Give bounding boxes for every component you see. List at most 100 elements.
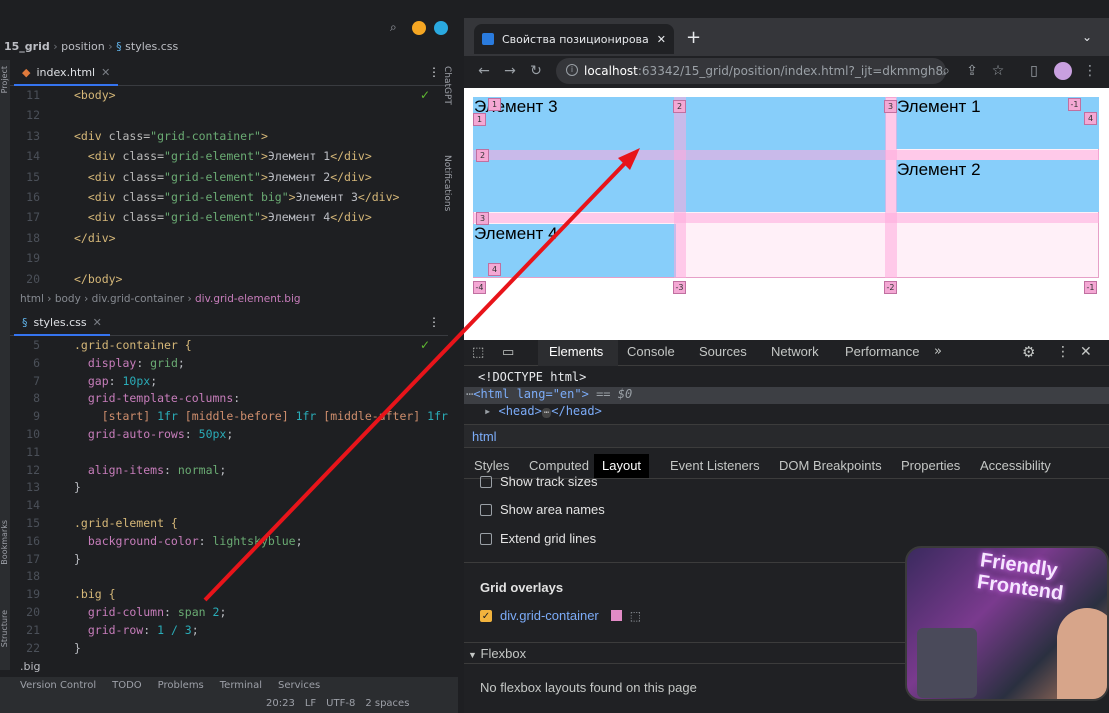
code-line[interactable]: }: [74, 641, 81, 655]
flexbox-section[interactable]: ▼ Flexbox: [468, 646, 526, 661]
structure-tool-label[interactable]: Structure: [0, 610, 10, 647]
css-editor[interactable]: 5 .grid-container {6 display: grid; 7 gap:…: [10, 336, 448, 658]
bc-body[interactable]: body: [55, 293, 81, 305]
overlay-label[interactable]: div.grid-container: [500, 608, 599, 623]
back-icon[interactable]: ←: [472, 58, 496, 84]
device-toggle-icon[interactable]: ▭: [502, 345, 514, 360]
option-show-area-names[interactable]: Show area names: [480, 502, 605, 517]
tool-window-button[interactable]: TODO: [112, 680, 142, 691]
code-line[interactable]: background-color: lightskyblue;: [74, 534, 303, 548]
grid-element-4[interactable]: Элемент 4: [473, 224, 676, 277]
more-tabs-icon[interactable]: »: [934, 344, 942, 359]
code-line[interactable]: grid-row: 1 / 3;: [74, 623, 199, 637]
tab-styles-css[interactable]: § styles.css ✕: [14, 310, 110, 336]
close-icon[interactable]: ✕: [101, 66, 110, 79]
dom-head-node[interactable]: ▸ <head> ⋯ </head>: [464, 404, 1109, 421]
checkbox-checked-icon[interactable]: ✓: [480, 609, 492, 622]
zoom-icon[interactable]: ⌕: [934, 58, 958, 84]
search-icon[interactable]: ⌕: [390, 20, 397, 35]
site-info-icon[interactable]: i: [566, 64, 578, 76]
close-icon[interactable]: ✕: [1080, 344, 1092, 360]
code-line[interactable]: }: [74, 480, 81, 494]
dom-doctype[interactable]: <!DOCTYPE html>: [464, 370, 1109, 387]
close-icon[interactable]: ✕: [657, 33, 666, 46]
grid-element-2[interactable]: Элемент 2: [896, 160, 1099, 212]
overlay-grid-container[interactable]: ✓ div.grid-container ⬚: [480, 608, 641, 623]
checkbox-icon[interactable]: [480, 503, 492, 516]
subtab-accessibility[interactable]: Accessibility: [972, 454, 1059, 478]
crumb-project[interactable]: 15_grid: [4, 40, 50, 53]
tool-window-button[interactable]: Version Control: [20, 680, 96, 691]
code-line[interactable]: align-items: normal;: [74, 463, 227, 477]
tool-window-button[interactable]: Problems: [158, 680, 204, 691]
tab-sources[interactable]: Sources: [699, 344, 747, 359]
subtab-layout[interactable]: Layout: [594, 454, 650, 478]
code-line[interactable]: grid-template-columns:: [74, 391, 240, 405]
code-line[interactable]: <div class="grid-element">Элемент 1</div…: [74, 149, 372, 163]
code-line[interactable]: <div class="grid-element big">Элемент 3<…: [74, 190, 400, 204]
bc-element[interactable]: div.grid-element.big: [195, 293, 301, 305]
code-line[interactable]: <body>: [74, 88, 116, 102]
tab-console[interactable]: Console: [627, 344, 675, 359]
status-item[interactable]: 2 spaces: [365, 698, 409, 709]
code-line[interactable]: [start] 1fr [middle-before] 1fr [middle-…: [74, 409, 448, 423]
status-item[interactable]: LF: [305, 698, 316, 709]
crumb-folder[interactable]: position: [61, 40, 105, 53]
subtab-event-listeners[interactable]: Event Listeners: [662, 454, 768, 478]
option-extend-grid-lines[interactable]: Extend grid lines: [480, 531, 596, 546]
code-line[interactable]: <div class="grid-element">Элемент 4</div…: [74, 210, 372, 224]
tab-performance[interactable]: Performance: [845, 344, 919, 359]
more-icon[interactable]: ⋮: [428, 315, 440, 329]
code-line[interactable]: grid-column: span 2;: [74, 605, 227, 619]
crumb-file[interactable]: styles.css: [125, 40, 178, 53]
css-breadcrumb[interactable]: .big: [20, 660, 41, 673]
notifications-tool-label[interactable]: Notifications: [438, 155, 452, 211]
plugin-icon[interactable]: [434, 21, 448, 35]
tool-window-button[interactable]: Services: [278, 680, 320, 691]
highlight-node-icon[interactable]: ⬚: [630, 609, 641, 623]
bc-html[interactable]: html: [20, 293, 44, 305]
tab-elements[interactable]: Elements: [549, 344, 603, 359]
code-line[interactable]: .big {: [74, 587, 116, 601]
status-item[interactable]: 20:23: [266, 698, 295, 709]
sidepanel-icon[interactable]: ▯: [1022, 58, 1046, 84]
code-line[interactable]: <div class="grid-container">: [74, 129, 268, 143]
inspect-icon[interactable]: ⬚: [472, 345, 484, 360]
project-tool-label[interactable]: Project: [0, 66, 10, 93]
dom-breadcrumb-html[interactable]: html: [472, 429, 497, 444]
code-line[interactable]: grid-auto-rows: 50px;: [74, 427, 233, 441]
bookmarks-tool-label[interactable]: Bookmarks: [0, 520, 10, 565]
code-line[interactable]: </div>: [74, 231, 116, 245]
option-show-track-sizes[interactable]: Show track sizes: [480, 474, 598, 489]
forward-icon[interactable]: →: [498, 58, 522, 84]
browser-tab[interactable]: Свойства позиционирования ✕: [474, 24, 674, 54]
gear-icon[interactable]: ⚙: [1022, 343, 1035, 361]
bookmark-star-icon[interactable]: ☆: [986, 58, 1010, 84]
menu-icon[interactable]: ⋮: [1078, 58, 1102, 84]
chevron-down-icon[interactable]: ⌄: [1082, 30, 1092, 44]
code-line[interactable]: gap: 10px;: [74, 374, 157, 388]
new-tab-icon[interactable]: +: [686, 27, 701, 48]
code-line[interactable]: .grid-element {: [74, 516, 178, 530]
overlay-color-swatch[interactable]: [610, 610, 622, 621]
code-line[interactable]: }: [74, 552, 81, 566]
checkbox-icon[interactable]: [480, 532, 492, 545]
reload-icon[interactable]: ↻: [524, 58, 548, 84]
code-line[interactable]: </body>: [74, 272, 122, 286]
tool-window-button[interactable]: Terminal: [220, 680, 262, 691]
close-icon[interactable]: ✕: [93, 316, 102, 329]
code-line[interactable]: <div class="grid-element">Элемент 2</div…: [74, 170, 372, 184]
code-line[interactable]: display: grid;: [74, 356, 185, 370]
more-icon[interactable]: ⋮: [1056, 344, 1070, 360]
code-line[interactable]: .grid-container {: [74, 338, 192, 352]
subtab-dom-breakpoints[interactable]: DOM Breakpoints: [771, 454, 890, 478]
dom-html-node[interactable]: ⋯<html lang="en"> == $0: [464, 387, 1109, 404]
tab-network[interactable]: Network: [771, 344, 819, 359]
chatgpt-tool-label[interactable]: ChatGPT: [438, 66, 452, 105]
address-bar[interactable]: localhost:63342/15_grid/position/index.h…: [556, 58, 946, 84]
avatar[interactable]: [1054, 62, 1072, 80]
tab-index-html[interactable]: ◆ index.html ✕: [14, 60, 119, 86]
html-editor[interactable]: 11 <body> 12 13 <div class="grid-container">…: [10, 86, 448, 292]
share-icon[interactable]: ⇪: [960, 58, 984, 84]
update-icon[interactable]: [412, 21, 426, 35]
